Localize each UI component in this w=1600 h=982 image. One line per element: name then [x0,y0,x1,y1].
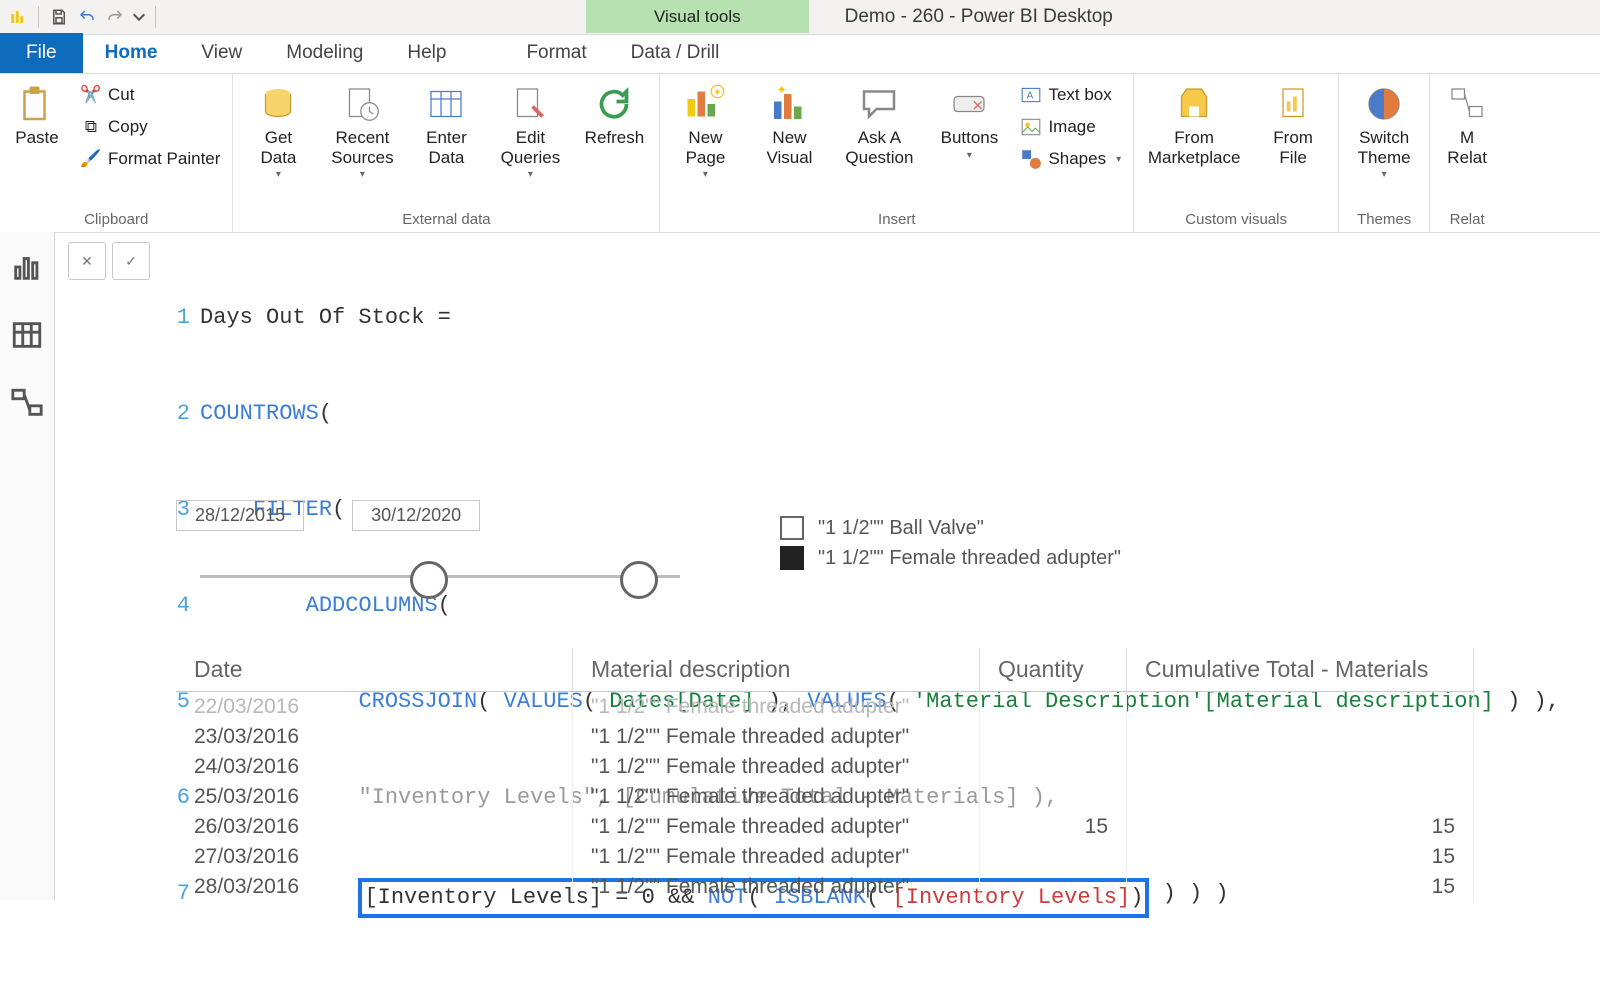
from-marketplace-button[interactable]: From Marketplace [1142,78,1246,167]
image-button[interactable]: Image [1016,114,1125,140]
nav-data-icon[interactable] [10,318,44,352]
buttons-icon [949,84,989,124]
new-page-button[interactable]: ✦New Page▾ [668,78,742,180]
tab-format[interactable]: Format [504,33,608,73]
switch-theme-button[interactable]: Switch Theme▾ [1347,78,1421,180]
recent-sources-button[interactable]: Recent Sources▾ [325,78,399,180]
svg-text:✦: ✦ [714,87,722,98]
shapes-icon [1020,148,1042,170]
table-row[interactable]: 28/03/2016"1 1/2"" Female threaded adupt… [176,872,1474,902]
legend-item-ball-valve[interactable]: "1 1/2"" Ball Valve" [780,516,1121,540]
ask-question-icon [859,84,899,124]
col-header-desc[interactable]: Material description [573,648,980,692]
tab-file[interactable]: File [0,33,83,73]
new-page-icon: ✦ [685,84,725,124]
new-visual-button[interactable]: ✦New Visual [752,78,826,167]
enter-data-icon [426,84,466,124]
date-slicer[interactable]: 28/12/2015 30/12/2020 [176,500,680,561]
relationships-icon [1447,84,1487,124]
slicer-end-date[interactable]: 30/12/2020 [352,500,480,531]
tab-data-drill[interactable]: Data / Drill [609,33,742,73]
buttons-button[interactable]: Buttons▾ [932,78,1006,161]
group-insert: ✦New Page▾ ✦New Visual Ask A Question Bu… [660,74,1134,232]
chart-legend: "1 1/2"" Ball Valve" "1 1/2"" Female thr… [780,516,1121,576]
undo-icon[interactable] [75,5,99,29]
tab-home[interactable]: Home [83,33,180,73]
qat-dropdown-icon[interactable] [131,5,147,29]
paste-button[interactable]: Paste [8,78,66,148]
ribbon: Paste ✂️Cut ⧉Copy 🖌️Format Painter Clipb… [0,74,1600,233]
group-clipboard: Paste ✂️Cut ⧉Copy 🖌️Format Painter Clipb… [0,74,233,232]
recent-sources-icon [342,84,382,124]
shapes-button[interactable]: Shapes▾ [1016,146,1125,172]
refresh-button[interactable]: Refresh [577,78,651,148]
group-external-data: Get Data▾ Recent Sources▾ Enter Data Edi… [233,74,660,232]
col-header-qty[interactable]: Quantity [980,648,1127,692]
table-row[interactable]: 24/03/2016"1 1/2"" Female threaded adupt… [176,752,1474,782]
textbox-icon: A [1020,84,1042,106]
commit-formula-button[interactable]: ✓ [112,242,150,280]
switch-theme-icon [1364,84,1404,124]
table-row[interactable]: 27/03/2016"1 1/2"" Female threaded adupt… [176,842,1474,872]
group-custom-visuals: From Marketplace From File Custom visual… [1134,74,1339,232]
tab-view[interactable]: View [179,33,264,73]
data-table[interactable]: Date Material description Quantity Cumul… [176,648,1474,902]
from-file-icon [1273,84,1313,124]
col-header-cum[interactable]: Cumulative Total - Materials [1127,648,1474,692]
copy-button[interactable]: ⧉Copy [76,114,224,140]
get-data-icon [258,84,298,124]
table-row[interactable]: 23/03/2016"1 1/2"" Female threaded adupt… [176,722,1474,752]
titlebar: Visual tools Demo - 260 - Power BI Deskt… [0,0,1600,35]
cut-icon: ✂️ [80,84,102,106]
edit-queries-button[interactable]: Edit Queries▾ [493,78,567,180]
manage-relationships-button[interactable]: M Relat [1438,78,1496,167]
paste-icon [17,84,57,124]
table-row[interactable]: 25/03/2016"1 1/2"" Female threaded adupt… [176,782,1474,812]
svg-text:A: A [1027,90,1034,101]
svg-text:✦: ✦ [777,84,788,97]
table-row[interactable]: 22/03/2016"1 1/2"" Female threaded adupt… [176,692,1474,723]
image-icon [1020,116,1042,138]
ask-question-button[interactable]: Ask A Question [836,78,922,167]
save-icon[interactable] [47,5,71,29]
visual-tools-label: Visual tools [586,0,809,33]
slider-thumb-start[interactable] [410,561,448,599]
nav-model-icon[interactable] [10,386,44,420]
marketplace-icon [1174,84,1214,124]
new-visual-icon: ✦ [769,84,809,124]
refresh-icon [594,84,634,124]
slicer-start-date[interactable]: 28/12/2015 [176,500,304,531]
left-nav [0,232,55,900]
table-row[interactable]: 26/03/2016"1 1/2"" Female threaded adupt… [176,812,1474,842]
nav-report-icon[interactable] [10,250,44,284]
app-title: Demo - 260 - Power BI Desktop [845,6,1113,28]
quick-access-toolbar [0,5,166,29]
enter-data-button[interactable]: Enter Data [409,78,483,167]
redo-icon[interactable] [103,5,127,29]
edit-queries-icon [510,84,550,124]
get-data-button[interactable]: Get Data▾ [241,78,315,180]
copy-icon: ⧉ [80,116,102,138]
app-icon [6,5,30,29]
ribbon-tabs: File Home View Modeling Help Format Data… [0,35,1600,74]
cut-button[interactable]: ✂️Cut [76,82,224,108]
textbox-button[interactable]: AText box [1016,82,1125,108]
tab-help[interactable]: Help [385,33,468,73]
format-painter-icon: 🖌️ [80,148,102,170]
legend-item-female-adapter[interactable]: "1 1/2"" Female threaded adupter" [780,546,1121,570]
group-themes: Switch Theme▾ Themes [1339,74,1430,232]
col-header-date[interactable]: Date [176,648,573,692]
from-file-button[interactable]: From File [1256,78,1330,167]
contextual-tab-group: Visual tools [586,7,809,27]
format-painter-button[interactable]: 🖌️Format Painter [76,146,224,172]
cancel-formula-button[interactable]: ✕ [68,242,106,280]
group-relationships: M Relat Relat [1430,74,1504,232]
tab-modeling[interactable]: Modeling [264,33,385,73]
slider-thumb-end[interactable] [620,561,658,599]
